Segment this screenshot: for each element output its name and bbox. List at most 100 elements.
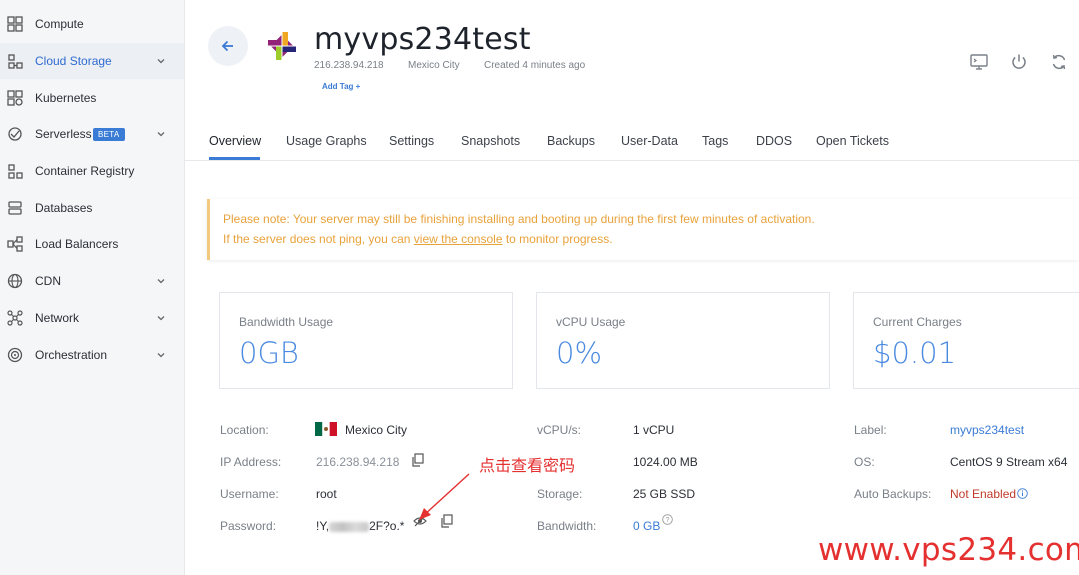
chevron-down-icon [157,279,165,284]
svg-text:?: ? [666,517,670,524]
databases-icon [8,201,22,215]
sidebar-item-label: Container Registry [35,164,135,178]
auto-backups-value[interactable]: Not Enabled [950,487,1016,501]
info-icon[interactable] [1017,488,1028,499]
sidebar-item-cloud-storage[interactable]: Cloud Storage [0,43,184,79]
ip-address-value: 216.238.94.218 [316,455,400,469]
sidebar-item-container-registry[interactable]: Container Registry [0,153,184,189]
tab-settings[interactable]: Settings [389,134,434,148]
sidebar-item-serverless[interactable]: Serverless BETA [0,116,184,152]
sidebar-item-label: Orchestration [35,348,108,362]
load-balancers-icon [7,236,23,252]
vcpu-value: 1 vCPU [633,423,675,437]
tab-overview[interactable]: Overview [209,134,261,148]
notice-text: to monitor progress. [502,232,613,246]
os-label: OS: [854,455,875,469]
server-location: Mexico City [408,60,460,71]
notice-text: If the server does not ping, you can [223,232,414,246]
bandwidth-value[interactable]: 0 GB [633,519,660,533]
copy-icon[interactable] [411,453,425,467]
tab-bar: Overview Usage Graphs Settings Snapshots… [185,120,1079,161]
chevron-down-icon [157,132,165,137]
sidebar-item-databases[interactable]: Databases [0,190,184,226]
activation-notice: Please note: Your server may still be fi… [207,199,1079,260]
tab-tags[interactable]: Tags [702,134,728,148]
card-label: vCPU Usage [556,315,626,329]
location-label: Location: [220,423,269,437]
beta-badge: BETA [93,127,125,141]
sidebar-item-network[interactable]: Network [0,300,184,336]
help-icon[interactable]: ? [662,514,673,525]
sidebar-item-label: Kubernetes [35,91,97,105]
storage-label: Storage: [537,487,583,501]
power-icon[interactable] [1009,52,1029,72]
sidebar-item-cdn[interactable]: CDN [0,263,184,299]
chevron-down-icon [157,59,165,64]
location-value: Mexico City [345,423,408,437]
annotation-text: 点击查看密码 [479,458,576,475]
sidebar-item-label: Databases [35,201,93,215]
label-value[interactable]: myvps234test [950,423,1024,437]
username-value: root [316,487,337,501]
card-value: $0.01 [873,336,957,370]
tab-snapshots[interactable]: Snapshots [461,134,520,148]
sidebar-item-label: Load Balancers [35,237,119,251]
sidebar-item-kubernetes[interactable]: Kubernetes [0,80,184,116]
card-label: Bandwidth Usage [239,315,334,329]
container-registry-icon [8,164,23,179]
tab-usage-graphs[interactable]: Usage Graphs [286,134,367,148]
console-icon[interactable] [969,52,989,72]
auto-backups-label: Auto Backups: [854,487,932,501]
vcpu-usage-card: vCPU Usage 0% [536,292,830,389]
add-tag-link[interactable]: Add Tag + [322,82,360,91]
current-charges-card: Current Charges $0.01 [853,292,1079,389]
storage-value: 25 GB SSD [633,487,696,501]
ip-address-label: IP Address: [220,455,282,469]
kubernetes-icon [7,90,23,106]
password-prefix: !Y, [316,519,330,533]
server-ip: 216.238.94.218 [314,60,384,71]
active-tab-indicator [209,157,260,160]
sidebar-item-label: CDN [35,274,61,288]
username-label: Username: [220,487,279,501]
tab-backups[interactable]: Backups [547,134,595,148]
serverless-icon [8,127,22,141]
password-label: Password: [220,519,277,533]
notice-line-2: If the server does not ping, you can vie… [223,232,613,246]
bandwidth-label: Bandwidth: [537,519,597,533]
sidebar-item-compute[interactable]: Compute [0,6,184,42]
card-value: 0% [556,336,603,370]
card-value: 0GB [239,336,299,370]
password-blur [329,521,370,532]
tab-user-data[interactable]: User-Data [621,134,678,148]
centos-logo-icon [268,32,296,60]
mexico-flag-icon [315,422,337,436]
label-label: Label: [854,423,887,437]
ram-value: 1024.00 MB [633,455,698,469]
sidebar: Compute Cloud Storage Kubernetes Serverl… [0,0,185,575]
back-button[interactable] [208,26,248,66]
notice-line-1: Please note: Your server may still be fi… [223,212,815,226]
page-title: myvps234test [314,22,531,57]
card-label: Current Charges [873,315,962,329]
tab-open-tickets[interactable]: Open Tickets [816,134,889,148]
sidebar-item-load-balancers[interactable]: Load Balancers [0,226,184,262]
cloud-storage-icon [8,54,23,69]
sidebar-item-label: Cloud Storage [35,54,112,68]
bandwidth-usage-card: Bandwidth Usage 0GB [219,292,513,389]
view-console-link[interactable]: view the console [414,232,503,246]
cdn-icon [7,273,23,289]
password-value: !Y, 2F?o.* [316,519,404,533]
restart-icon[interactable] [1049,52,1069,72]
vcpu-label: vCPU/s: [537,423,582,437]
sidebar-item-label: Network [35,311,80,325]
sidebar-item-orchestration[interactable]: Orchestration [0,337,184,373]
sidebar-item-label: Compute [35,17,84,31]
os-value: CentOS 9 Stream x64 [950,455,1068,469]
arrow-left-icon [221,40,233,52]
compute-icon [7,16,23,32]
watermark: www.vps234.com [818,532,1079,568]
tab-ddos[interactable]: DDOS [756,134,792,148]
network-icon [7,310,23,326]
annotation-arrow-icon [419,473,470,520]
